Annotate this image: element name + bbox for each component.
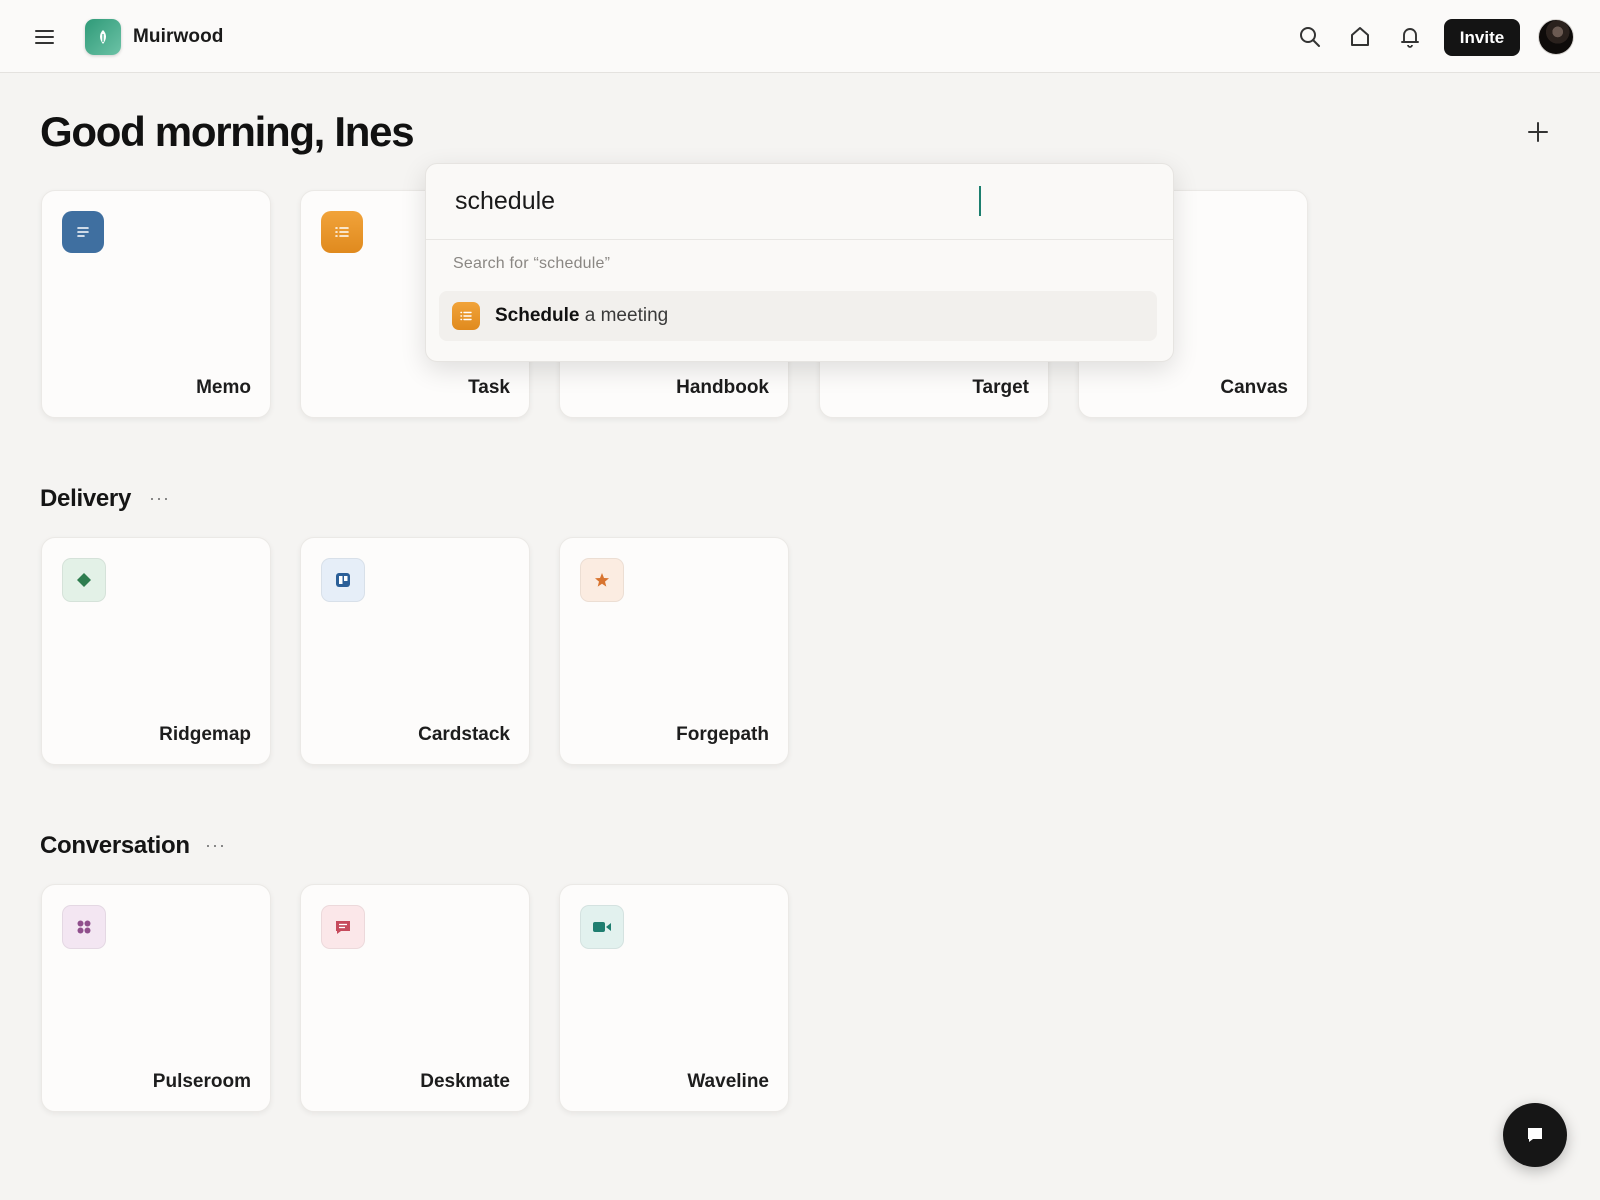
card-label: Canvas — [1220, 377, 1288, 398]
app-card-ridgemap[interactable]: Ridgemap — [41, 537, 271, 765]
home-icon[interactable] — [1347, 24, 1373, 50]
app-card-memo[interactable]: Memo — [41, 190, 271, 418]
invite-button[interactable]: Invite — [1444, 19, 1520, 56]
search-result-match: Schedule — [495, 305, 580, 326]
search-icon[interactable] — [1297, 24, 1323, 50]
text-cursor — [979, 186, 981, 216]
card-label: Memo — [196, 377, 251, 398]
card-label: Target — [972, 377, 1029, 398]
search-for-label: Search for “schedule” — [453, 255, 611, 272]
star-icon — [580, 558, 624, 602]
app-card-waveline[interactable]: Waveline — [559, 884, 789, 1112]
card-label: Handbook — [676, 377, 769, 398]
search-result-label: Schedule a meeting — [495, 305, 668, 327]
app-card-deskmate[interactable]: Deskmate — [300, 884, 530, 1112]
section-title-delivery: Delivery — [40, 485, 131, 512]
board-icon — [321, 558, 365, 602]
bell-icon[interactable] — [1397, 24, 1423, 50]
card-label: Pulseroom — [152, 1071, 251, 1092]
list-icon — [321, 211, 363, 253]
video-icon — [580, 905, 624, 949]
section-title-conversation: Conversation — [40, 832, 190, 859]
more-options-icon[interactable]: ··· — [149, 488, 170, 509]
card-label: Forgepath — [676, 724, 769, 745]
leaf-icon[interactable] — [85, 19, 121, 55]
card-label: Waveline — [687, 1071, 769, 1092]
card-label: Task — [468, 377, 510, 398]
search-input-wrapper — [426, 164, 1173, 240]
search-popover: Search for “schedule” Schedule a meeting — [425, 163, 1174, 362]
card-label: Deskmate — [420, 1071, 510, 1092]
plus-icon[interactable] — [1524, 118, 1552, 146]
search-result-schedule-meeting[interactable]: Schedule a meeting — [439, 291, 1157, 341]
top-bar: Muirwood Invite — [0, 0, 1600, 73]
app-card-pulseroom[interactable]: Pulseroom — [41, 884, 271, 1112]
diamond-icon — [62, 558, 106, 602]
doc-lines-icon — [62, 211, 104, 253]
more-options-icon[interactable]: ··· — [205, 835, 226, 856]
chat-bubble-icon — [321, 905, 365, 949]
search-input[interactable] — [427, 164, 1172, 239]
page-title: Good morning, Ines — [40, 108, 415, 155]
app-card-forgepath[interactable]: Forgepath — [559, 537, 789, 765]
card-label: Ridgemap — [159, 724, 251, 745]
card-label: Cardstack — [418, 724, 510, 745]
list-icon — [452, 302, 480, 330]
chat-icon — [1528, 1128, 1542, 1142]
grid-dots-icon — [62, 905, 106, 949]
search-result-rest: a meeting — [579, 305, 669, 326]
chat-button[interactable] — [1503, 1103, 1567, 1167]
brand-name[interactable]: Muirwood — [133, 26, 224, 48]
user-avatar[interactable] — [1538, 19, 1574, 55]
app-card-cardstack[interactable]: Cardstack — [300, 537, 530, 765]
hamburger-menu-icon[interactable] — [30, 24, 58, 50]
